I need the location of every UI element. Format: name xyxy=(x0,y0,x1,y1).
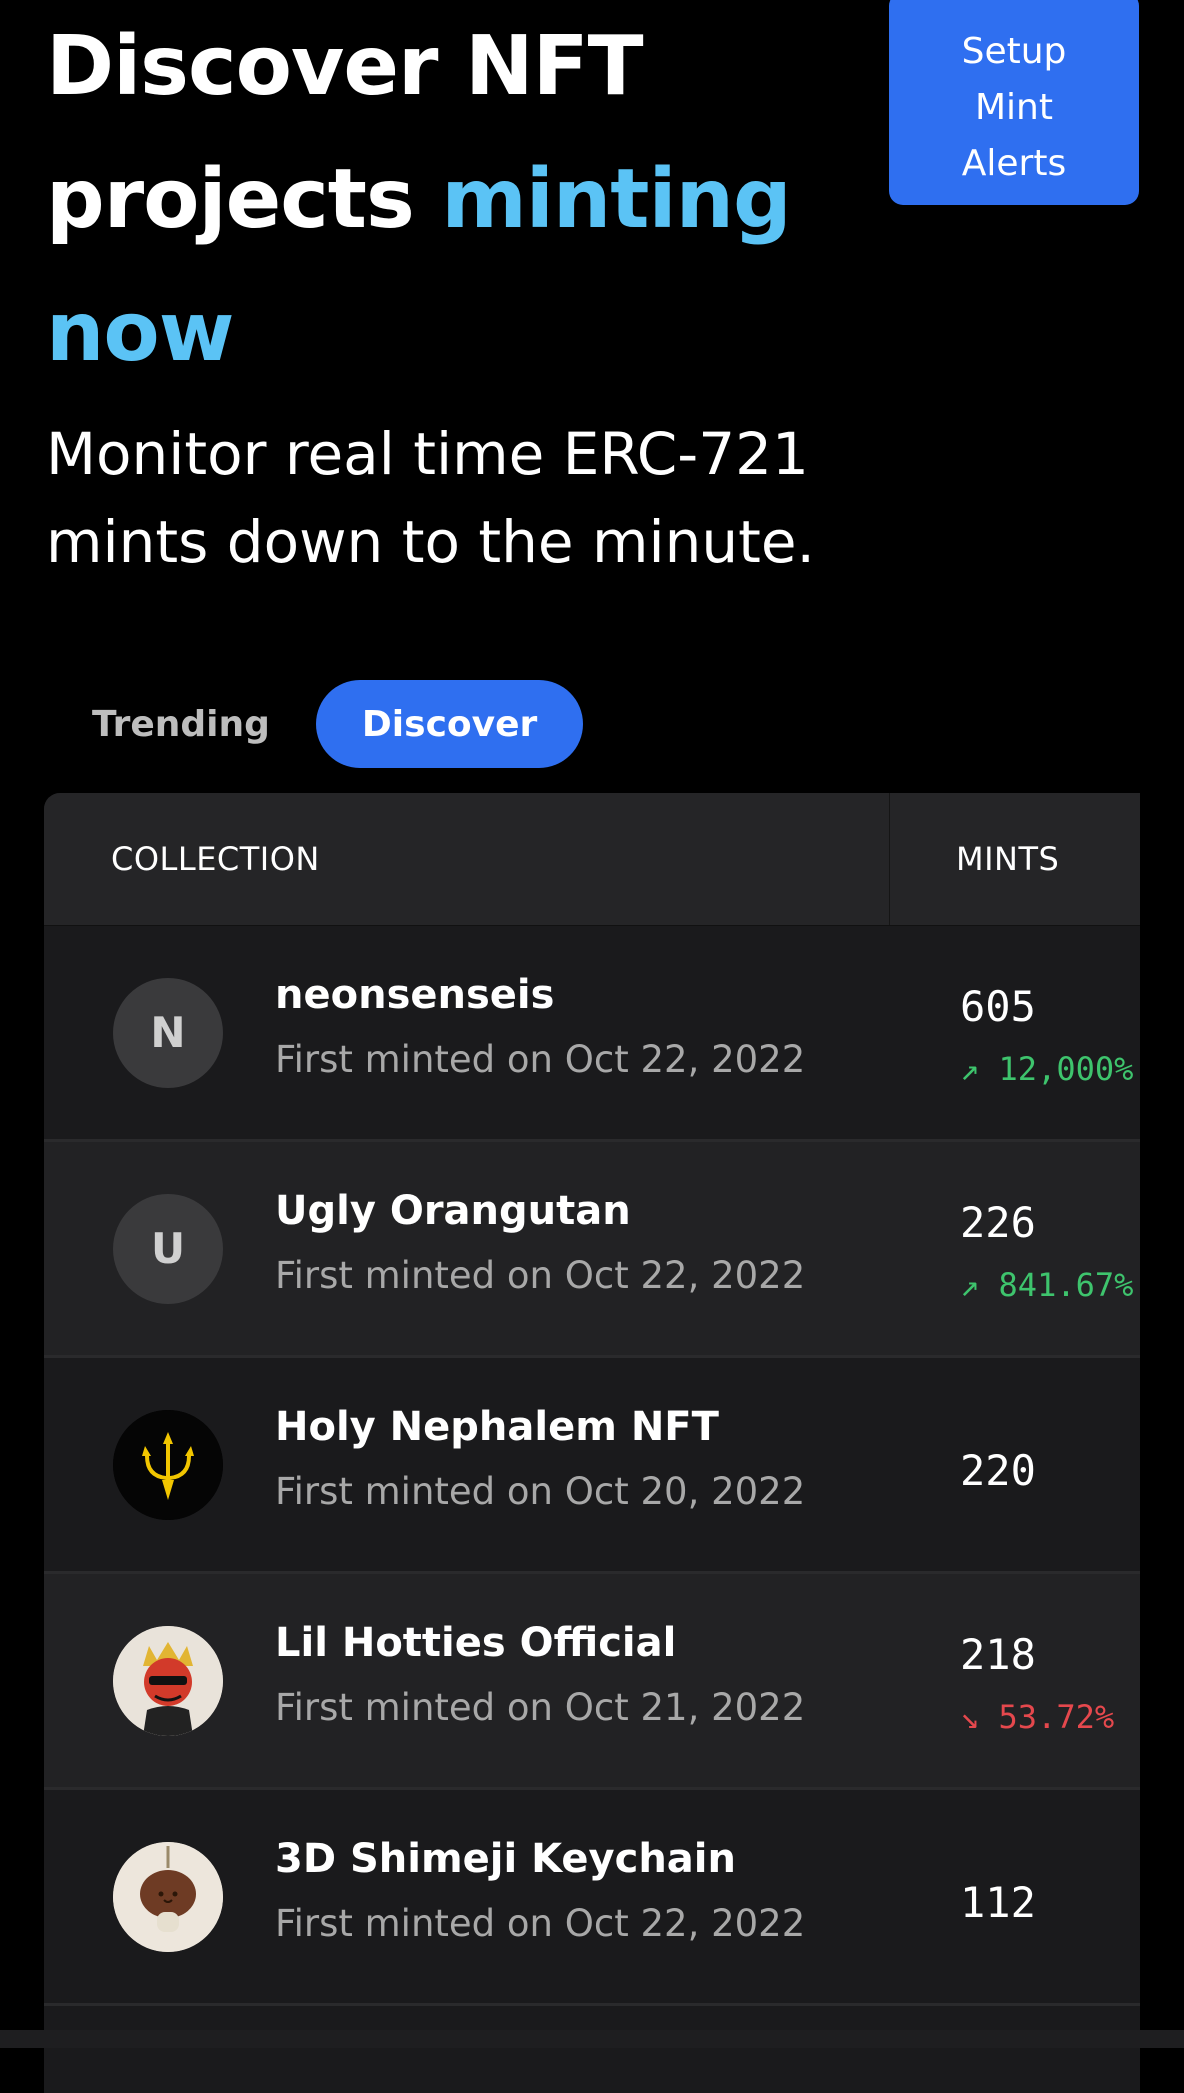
first-minted-date: First minted on Oct 20, 2022 xyxy=(275,1470,806,1513)
mint-change-down: ↘ 53.72% xyxy=(960,1698,1115,1736)
mint-count: 605 xyxy=(960,982,1036,1031)
first-minted-date: First minted on Oct 21, 2022 xyxy=(275,1686,806,1729)
table-row[interactable]: 3D Shimeji Keychain First minted on Oct … xyxy=(44,1790,1140,2006)
page-subtitle: Monitor real time ERC-721 mints down to … xyxy=(46,420,815,576)
collections-table: COLLECTION MINTS N neonsenseis First min… xyxy=(44,793,1140,2093)
collection-name[interactable]: Lil Hotties Official xyxy=(275,1620,676,1666)
table-row[interactable]: Holy Nephalem NFT First minted on Oct 20… xyxy=(44,1358,1140,1574)
first-minted-date: First minted on Oct 22, 2022 xyxy=(275,1902,806,1945)
page-title: Discover NFT projects minting now xyxy=(46,0,846,399)
devil-avatar-icon xyxy=(113,1625,223,1736)
table-header: COLLECTION MINTS xyxy=(44,793,1140,926)
mint-change-up: ↗ 841.67% xyxy=(960,1266,1134,1304)
column-header-mints[interactable]: MINTS xyxy=(890,840,1059,878)
collection-name[interactable]: 3D Shimeji Keychain xyxy=(275,1836,736,1882)
collection-name[interactable]: Holy Nephalem NFT xyxy=(275,1404,719,1450)
mint-count: 112 xyxy=(960,1878,1036,1927)
table-row[interactable]: N neonsenseis First minted on Oct 22, 20… xyxy=(44,926,1140,1142)
setup-mint-alerts-button[interactable]: Setup Mint Alerts xyxy=(889,0,1139,205)
first-minted-date: First minted on Oct 22, 2022 xyxy=(275,1038,806,1081)
avatar: U xyxy=(113,1193,223,1304)
column-header-collection[interactable]: COLLECTION xyxy=(44,793,890,925)
tab-discover[interactable]: Discover xyxy=(315,680,584,768)
table-row[interactable]: U Ugly Orangutan First minted on Oct 22,… xyxy=(44,1142,1140,1358)
tab-trending[interactable]: Trending xyxy=(46,680,316,768)
mint-change-up: ↗ 12,000% xyxy=(960,1050,1134,1088)
collection-name[interactable]: neonsenseis xyxy=(275,972,554,1018)
trident-icon xyxy=(113,1409,223,1520)
tab-bar: Trending Discover xyxy=(46,680,584,768)
table-row[interactable]: Lil Hotties Official First minted on Oct… xyxy=(44,1574,1140,1790)
mint-count: 218 xyxy=(960,1630,1036,1679)
mushroom-keychain-icon xyxy=(113,1841,223,1952)
mint-count: 226 xyxy=(960,1198,1036,1247)
first-minted-date: First minted on Oct 22, 2022 xyxy=(275,1254,806,1297)
collection-name[interactable]: Ugly Orangutan xyxy=(275,1188,631,1234)
avatar: N xyxy=(113,977,223,1088)
mint-count: 220 xyxy=(960,1446,1036,1495)
bottom-edge xyxy=(0,2030,1184,2048)
